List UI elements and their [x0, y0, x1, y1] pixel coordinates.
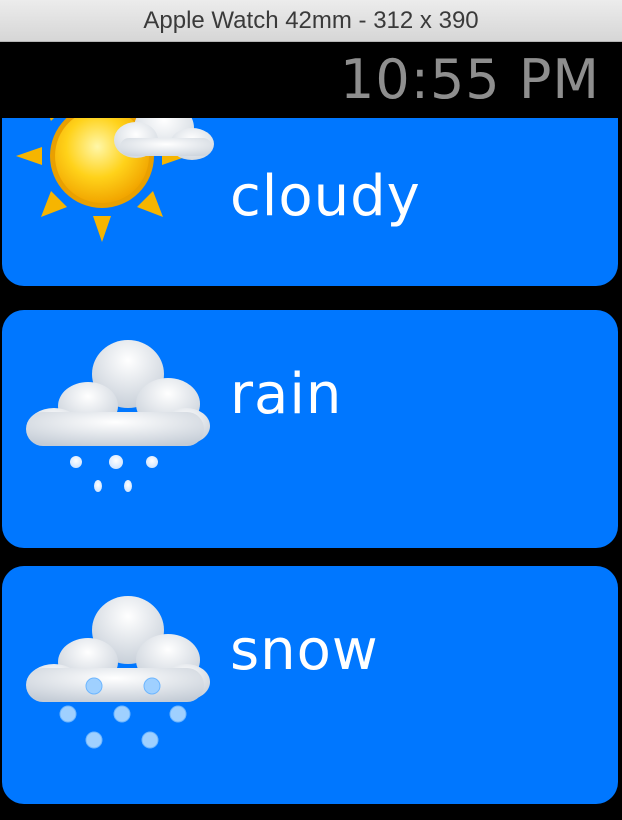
weather-label: snow [230, 618, 379, 683]
list-item-snow[interactable]: snow [2, 566, 618, 804]
weather-label: cloudy [230, 164, 421, 229]
simulator-title-bar: Apple Watch 42mm - 312 x 390 [0, 0, 622, 42]
window-title: Apple Watch 42mm - 312 x 390 [143, 6, 479, 34]
rain-cloud-icon [26, 340, 210, 492]
weather-label: rain [230, 362, 343, 427]
snow-cloud-icon [26, 596, 210, 749]
clock-time: 10:55 PM [340, 48, 600, 111]
list-item-rain[interactable]: rain [2, 310, 618, 548]
list-item-cloudy[interactable]: cloudy [2, 118, 618, 286]
partly-cloudy-sun-icon [16, 118, 214, 242]
watch-screen: cloudy rain snow 10:55 PM [0, 42, 622, 820]
status-bar: 10:55 PM [0, 42, 622, 118]
weather-list[interactable]: cloudy rain snow [0, 118, 622, 820]
